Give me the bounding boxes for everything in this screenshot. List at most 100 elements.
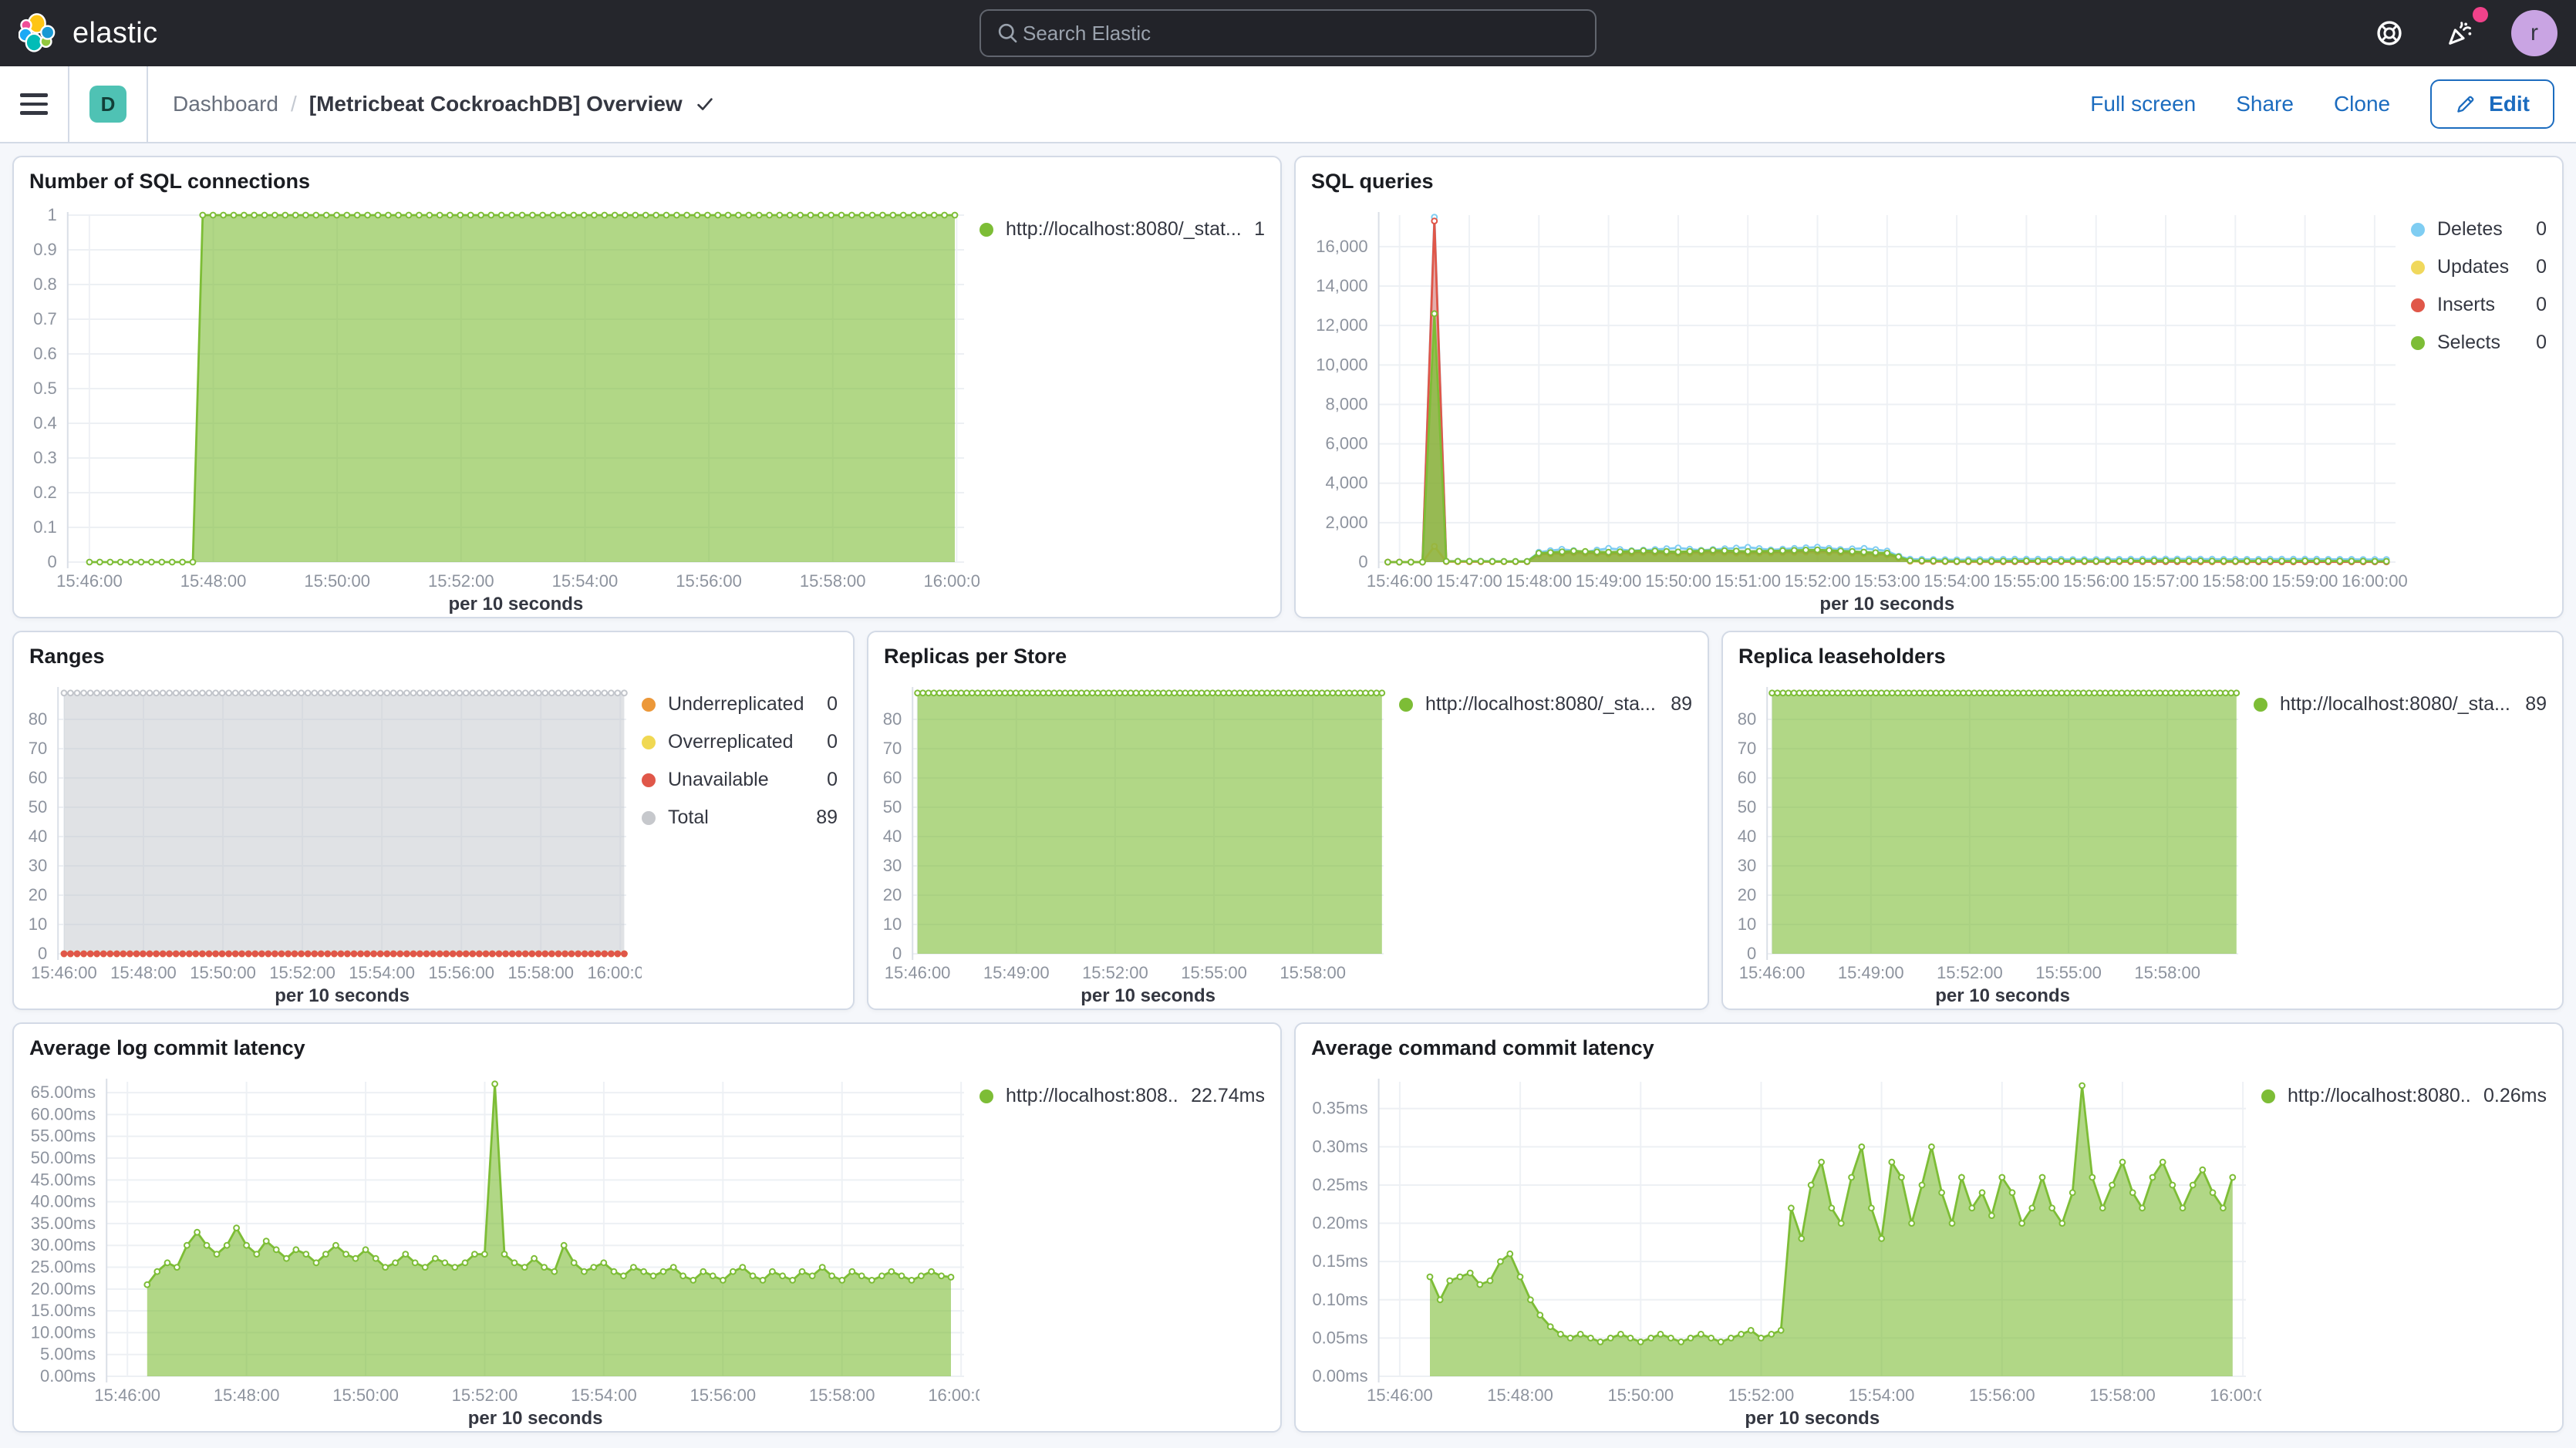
panel-avg-log-commit-latency: Average log commit latency 0.00ms5.00ms1… xyxy=(12,1022,1282,1433)
sql-queries-chart[interactable]: 02,0004,0006,0008,00010,00012,00014,0001… xyxy=(1296,197,2411,617)
svg-text:per 10 seconds: per 10 seconds xyxy=(449,594,584,615)
menu-section xyxy=(0,66,68,142)
ranges-chart[interactable]: 0102030405060708015:46:0015:48:0015:50:0… xyxy=(14,672,642,1009)
legend-series-label: Unavailable xyxy=(668,769,769,791)
hamburger-menu-icon[interactable] xyxy=(20,93,48,115)
legend-item[interactable]: http://localhost:8080/_sta...89 xyxy=(2254,693,2547,716)
panel-sql-connections: Number of SQL connections 00.10.20.30.40… xyxy=(12,156,1282,618)
svg-text:15:46:00: 15:46:00 xyxy=(31,963,97,982)
svg-text:0.3: 0.3 xyxy=(33,448,57,467)
svg-text:16:00:00: 16:00:00 xyxy=(2342,571,2408,591)
panel-title[interactable]: Average command commit latency xyxy=(1296,1024,2562,1063)
legend-series-dot-icon xyxy=(642,811,656,825)
panel-title[interactable]: Ranges xyxy=(14,632,853,672)
svg-text:15:54:00: 15:54:00 xyxy=(1924,571,1990,591)
legend-item[interactable]: http://localhost:8080/_stat...1 xyxy=(979,218,1265,241)
svg-text:per 10 seconds: per 10 seconds xyxy=(275,985,410,1006)
legend-series-dot-icon xyxy=(2254,698,2267,712)
legend-item[interactable]: Total89 xyxy=(642,807,838,829)
legend-series-dot-icon xyxy=(642,698,656,712)
svg-text:15:48:00: 15:48:00 xyxy=(1487,1386,1553,1405)
legend-series-value: 0.26ms xyxy=(2483,1085,2547,1107)
svg-text:60: 60 xyxy=(1738,768,1756,787)
legend-item[interactable]: Underreplicated0 xyxy=(642,693,838,716)
panel-title[interactable]: Replica leaseholders xyxy=(1723,632,2562,672)
svg-text:15:50:00: 15:50:00 xyxy=(1607,1386,1674,1405)
svg-text:40: 40 xyxy=(1738,827,1756,846)
legend-item[interactable]: Deletes0 xyxy=(2411,218,2547,241)
svg-text:0.20ms: 0.20ms xyxy=(1312,1214,1367,1233)
legend-series-dot-icon xyxy=(1399,698,1413,712)
share-button[interactable]: Share xyxy=(2236,92,2294,116)
legend-item[interactable]: http://localhost:808...22.74ms xyxy=(979,1085,1265,1107)
svg-text:15:46:00: 15:46:00 xyxy=(56,571,123,591)
avg-log-commit-latency-chart[interactable]: 0.00ms5.00ms10.00ms15.00ms20.00ms25.00ms… xyxy=(14,1063,979,1431)
legend-series-value: 89 xyxy=(1671,693,1692,716)
legend-item[interactable]: Unavailable0 xyxy=(642,769,838,791)
legend-series-dot-icon xyxy=(2261,1089,2275,1103)
legend-item[interactable]: Selects0 xyxy=(2411,332,2547,354)
breadcrumb-dashboard-link[interactable]: Dashboard xyxy=(173,92,278,116)
svg-text:0: 0 xyxy=(892,944,902,963)
svg-text:15:48:00: 15:48:00 xyxy=(1505,571,1572,591)
panel-ranges: Ranges 0102030405060708015:46:0015:48:00… xyxy=(12,631,855,1010)
svg-text:15:58:00: 15:58:00 xyxy=(1280,963,1346,982)
panel-title[interactable]: Replicas per Store xyxy=(868,632,1708,672)
legend-series-dot-icon xyxy=(2411,336,2425,350)
full-screen-button[interactable]: Full screen xyxy=(2090,92,2196,116)
svg-text:0.1: 0.1 xyxy=(33,517,57,537)
legend-item[interactable]: Inserts0 xyxy=(2411,294,2547,316)
legend-series-value: 0 xyxy=(2536,256,2547,278)
svg-text:0.05ms: 0.05ms xyxy=(1312,1328,1367,1347)
avg-command-commit-latency-chart[interactable]: 0.00ms0.05ms0.10ms0.15ms0.20ms0.25ms0.30… xyxy=(1296,1063,2261,1431)
legend-item[interactable]: Overreplicated0 xyxy=(642,731,838,753)
svg-text:20: 20 xyxy=(883,885,902,904)
help-button[interactable] xyxy=(2369,13,2409,53)
edit-button[interactable]: Edit xyxy=(2430,79,2554,129)
dashboard-app-badge[interactable]: D xyxy=(89,86,126,123)
svg-text:80: 80 xyxy=(883,709,902,729)
global-search[interactable] xyxy=(979,9,1597,57)
svg-text:0.2: 0.2 xyxy=(33,483,57,502)
kibana-app: elastic xyxy=(0,0,2576,1448)
legend-series-value: 0 xyxy=(827,731,838,753)
svg-text:0.6: 0.6 xyxy=(33,344,57,363)
svg-text:15:56:00: 15:56:00 xyxy=(428,963,494,982)
replicas-per-store-chart[interactable]: 0102030405060708015:46:0015:49:0015:52:0… xyxy=(868,672,1399,1009)
user-avatar[interactable]: r xyxy=(2511,10,2557,56)
legend-item[interactable]: Updates0 xyxy=(2411,256,2547,278)
svg-text:15:46:00: 15:46:00 xyxy=(1739,963,1806,982)
clone-button[interactable]: Clone xyxy=(2334,92,2390,116)
sql-connections-chart[interactable]: 00.10.20.30.40.50.60.70.80.9115:46:0015:… xyxy=(14,197,979,617)
svg-text:10.00ms: 10.00ms xyxy=(31,1322,96,1342)
svg-text:15:52:00: 15:52:00 xyxy=(1785,571,1851,591)
legend-item[interactable]: http://localhost:8080...0.26ms xyxy=(2261,1085,2547,1107)
svg-text:15:54:00: 15:54:00 xyxy=(1849,1386,1915,1405)
legend-series-label: Total xyxy=(668,807,709,829)
edit-button-label: Edit xyxy=(2489,92,2530,116)
news-button[interactable] xyxy=(2440,13,2480,53)
page-title: [Metricbeat CockroachDB] Overview xyxy=(309,92,716,116)
svg-text:60: 60 xyxy=(883,768,902,787)
svg-text:0.7: 0.7 xyxy=(33,309,57,328)
legend-series-label: Inserts xyxy=(2437,294,2495,316)
chart-legend: http://localhost:8080/_sta...89 xyxy=(1399,672,1708,1009)
svg-text:6,000: 6,000 xyxy=(1326,434,1368,453)
svg-text:40.00ms: 40.00ms xyxy=(31,1192,96,1211)
elastic-brand[interactable]: elastic xyxy=(19,13,158,53)
check-icon xyxy=(693,93,716,116)
svg-text:0.9: 0.9 xyxy=(33,240,57,259)
avatar-initial: r xyxy=(2530,20,2538,46)
panel-title[interactable]: Number of SQL connections xyxy=(14,157,1280,197)
panel-title[interactable]: SQL queries xyxy=(1296,157,2562,197)
svg-text:0: 0 xyxy=(48,552,57,571)
search-input[interactable] xyxy=(1020,20,1580,47)
panel-title[interactable]: Average log commit latency xyxy=(14,1024,1280,1063)
svg-text:70: 70 xyxy=(1738,739,1756,758)
chart-legend: http://localhost:808...22.74ms xyxy=(979,1063,1280,1431)
brand-wordmark: elastic xyxy=(72,17,158,50)
svg-text:15:58:00: 15:58:00 xyxy=(2134,963,2200,982)
replica-leaseholders-chart[interactable]: 0102030405060708015:46:0015:49:0015:52:0… xyxy=(1723,672,2254,1009)
legend-item[interactable]: http://localhost:8080/_sta...89 xyxy=(1399,693,1692,716)
svg-text:0.00ms: 0.00ms xyxy=(1312,1366,1367,1386)
